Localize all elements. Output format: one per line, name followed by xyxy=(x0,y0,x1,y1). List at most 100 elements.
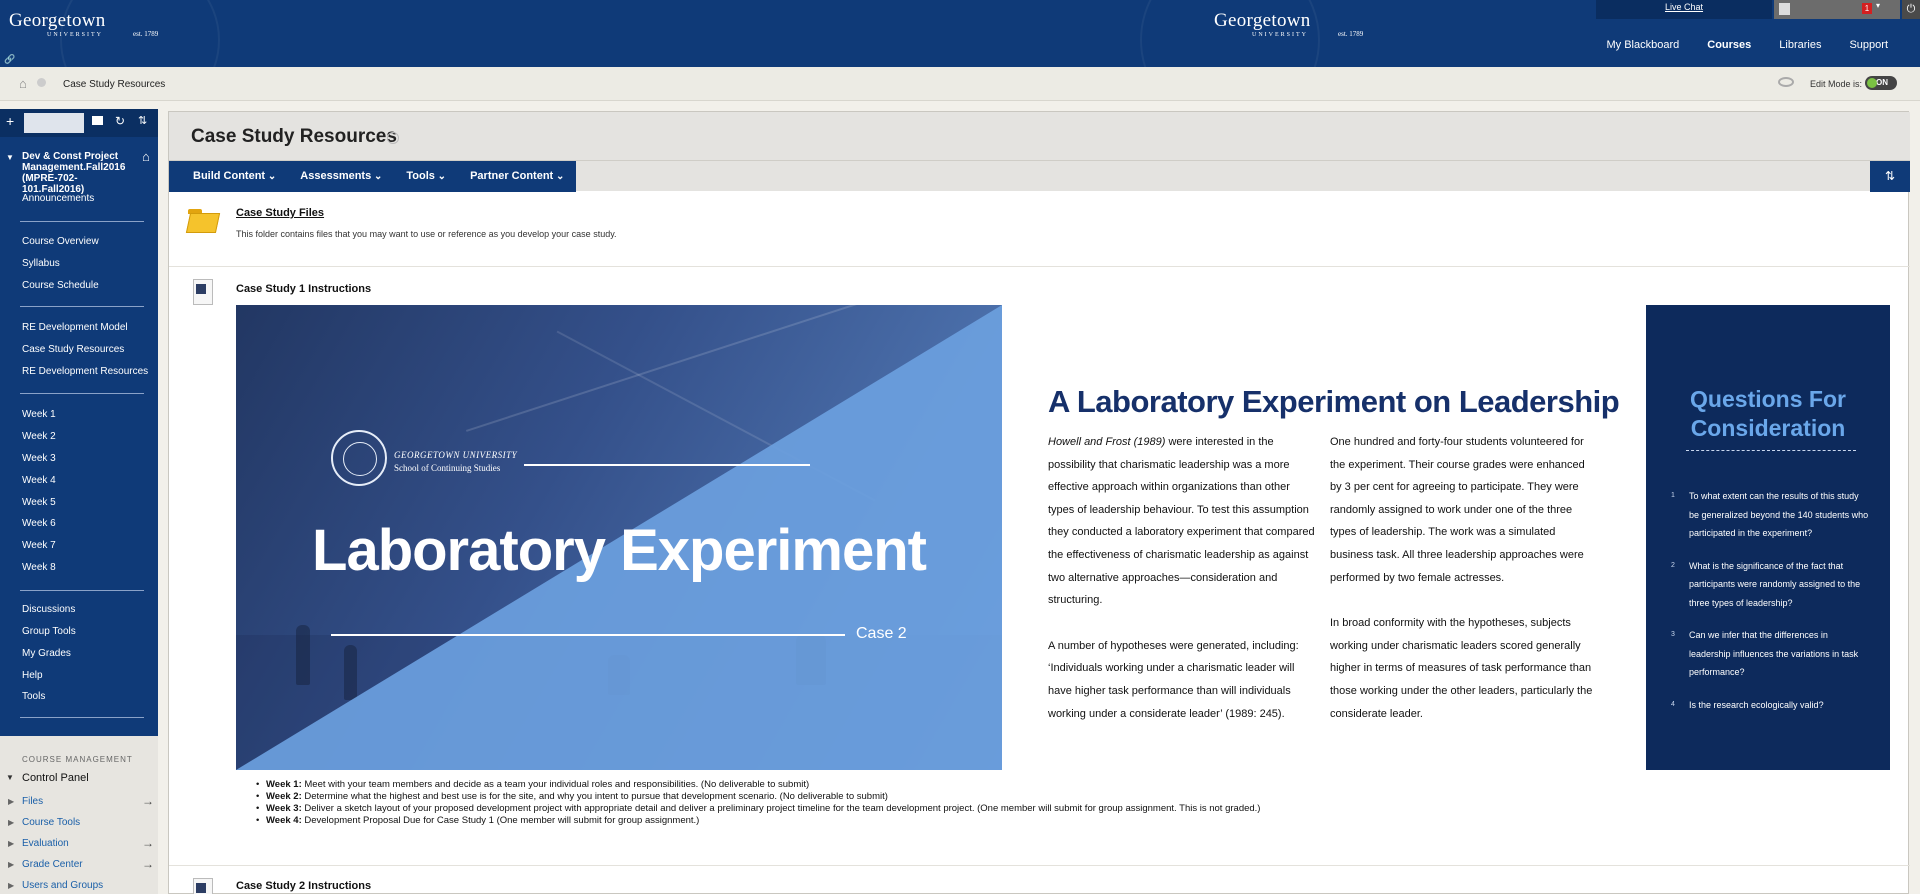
user-menu[interactable]: 1 ▾ xyxy=(1774,0,1900,19)
tools-button[interactable]: Tools xyxy=(394,161,458,192)
sidebar-item-week-6[interactable]: Week 6 xyxy=(22,518,56,529)
control-panel-item-grade-center[interactable]: ▶ Grade Center → xyxy=(0,856,158,876)
list-item: Week 1: Meet with your team members and … xyxy=(256,779,1260,791)
banner-title: Laboratory Experiment xyxy=(312,518,927,583)
control-panel-label: Evaluation xyxy=(22,838,69,849)
logo-sub: UNIVERSITY xyxy=(47,32,103,38)
assessments-button[interactable]: Assessments xyxy=(288,161,394,192)
case-banner-image: GEORGETOWN UNIVERSITY School of Continui… xyxy=(236,305,1002,770)
document-icon xyxy=(193,279,213,305)
home-icon[interactable]: ⌂ xyxy=(19,76,27,91)
sidebar-item-week-8[interactable]: Week 8 xyxy=(22,562,56,573)
georgetown-logo[interactable]: Georgetown UNIVERSITY est. 1789 xyxy=(9,10,158,38)
case-study-files-description: This folder contains files that you may … xyxy=(236,229,617,239)
content-area: Case Study Resources Build Content Asses… xyxy=(168,111,1910,894)
breadcrumb-menu-icon[interactable] xyxy=(37,78,46,87)
folder-view-icon[interactable] xyxy=(92,116,103,125)
sidebar-item-tools[interactable]: Tools xyxy=(22,691,45,702)
control-panel-item-users-and-groups[interactable]: ▶ Users and Groups xyxy=(0,877,158,894)
divider xyxy=(20,306,144,307)
plus-icon[interactable]: + xyxy=(6,113,14,129)
case-study-1-title[interactable]: Case Study 1 Instructions xyxy=(236,283,371,295)
article-title: A Laboratory Experiment on Leadership xyxy=(1048,384,1620,419)
logo-name: Georgetown xyxy=(1214,10,1311,31)
banner-case-label: Case 2 xyxy=(856,625,907,642)
case-study-2-title[interactable]: Case Study 2 Instructions xyxy=(236,880,371,892)
edit-mode-toggle[interactable]: ON xyxy=(1865,76,1897,90)
expand-icon: ▶ xyxy=(8,818,15,827)
tab-libraries[interactable]: Libraries xyxy=(1765,39,1835,51)
citation: Howell and Frost (1989) xyxy=(1048,436,1166,448)
sidebar-item-week-1[interactable]: Week 1 xyxy=(22,409,56,420)
build-content-button[interactable]: Build Content xyxy=(181,161,288,192)
questions-panel: Questions For Consideration 1 To what ext… xyxy=(1646,305,1890,770)
title-menu-icon[interactable] xyxy=(387,132,399,144)
live-chat-link[interactable]: Live Chat xyxy=(1596,0,1772,19)
sidebar-item-help[interactable]: Help xyxy=(22,670,43,681)
control-panel-label: Files xyxy=(22,796,44,807)
arrow-right-icon[interactable]: → xyxy=(142,857,154,871)
control-panel-item-files[interactable]: ▶ Files → xyxy=(0,793,158,813)
georgetown-logo-center[interactable]: Georgetown UNIVERSITY est. 1789 xyxy=(1214,10,1363,38)
edit-mode-label: Edit Mode is: xyxy=(1810,79,1863,89)
course-title[interactable]: Dev & Const Project Management.Fall2016 … xyxy=(22,151,132,195)
week-label: Week 4: xyxy=(266,815,302,826)
sidebar-item-my-grades[interactable]: My Grades xyxy=(22,648,71,659)
sidebar-item-week-4[interactable]: Week 4 xyxy=(22,475,56,486)
sidebar-item-week-7[interactable]: Week 7 xyxy=(22,540,56,551)
course-home-icon[interactable]: ⌂ xyxy=(142,149,150,164)
list-item: Week 2: Determine what the highest and b… xyxy=(256,791,1260,803)
control-panel-item-evaluation[interactable]: ▶ Evaluation → xyxy=(0,835,158,855)
partner-content-button[interactable]: Partner Content xyxy=(458,161,576,192)
banner-university: GEORGETOWN UNIVERSITY xyxy=(394,450,518,460)
control-panel-item-course-tools[interactable]: ▶ Course Tools xyxy=(0,814,158,834)
course-management-panel: COURSE MANAGEMENT ▼ Control Panel ▶ File… xyxy=(0,736,158,894)
article-paragraph: In broad conformity with the hypotheses,… xyxy=(1330,617,1593,720)
control-panel-label[interactable]: Control Panel xyxy=(22,772,89,784)
arrow-right-icon[interactable]: → xyxy=(142,794,154,808)
power-icon[interactable]: ⏻ xyxy=(1902,0,1920,19)
divider xyxy=(169,865,1910,866)
questions-title: Questions For Consideration xyxy=(1690,386,1846,441)
case-study-files-link[interactable]: Case Study Files xyxy=(236,207,324,219)
week-text: Deliver a sketch layout of your proposed… xyxy=(301,803,1261,814)
sidebar-item-discussions[interactable]: Discussions xyxy=(22,604,75,615)
logo-sub: UNIVERSITY xyxy=(1252,32,1308,38)
sidebar-item-week-5[interactable]: Week 5 xyxy=(22,497,56,508)
tab-courses[interactable]: Courses xyxy=(1693,39,1765,51)
sidebar-item-syllabus[interactable]: Syllabus xyxy=(22,258,60,269)
week-label: Week 3: xyxy=(266,803,302,814)
sidebar-item-group-tools[interactable]: Group Tools xyxy=(22,626,76,637)
sidebar-item-re-development-resources[interactable]: RE Development Resources xyxy=(22,366,148,377)
question-text: Can we infer that the differences in lea… xyxy=(1689,630,1859,677)
sidebar-item-course-schedule[interactable]: Course Schedule xyxy=(22,280,99,291)
document-icon xyxy=(193,878,213,894)
breadcrumb-current: Case Study Resources xyxy=(63,79,166,90)
notification-badge[interactable]: 1 xyxy=(1862,3,1872,14)
sidebar-item-week-2[interactable]: Week 2 xyxy=(22,431,56,442)
reorder-icon[interactable]: ⇅ xyxy=(1870,161,1910,192)
page-title: Case Study Resources xyxy=(191,126,397,147)
collapse-icon[interactable]: ▼ xyxy=(6,153,14,162)
banner-school: School of Continuing Studies xyxy=(394,463,501,473)
collapse-icon[interactable]: ▼ xyxy=(6,773,14,782)
divider xyxy=(169,266,1910,267)
week-text: Development Proposal Due for Case Study … xyxy=(301,815,700,826)
sidebar-item-course-overview[interactable]: Course Overview xyxy=(22,236,99,247)
course-menu-search[interactable] xyxy=(24,113,84,133)
sidebar-item-re-development-model[interactable]: RE Development Model xyxy=(22,322,128,333)
eye-icon[interactable] xyxy=(1778,77,1794,87)
tab-support[interactable]: Support xyxy=(1835,39,1902,51)
course-menu: + ↻ ⇅ ▼ Dev & Const Project Management.F… xyxy=(0,109,158,736)
question-item: 4 Is the research ecologically valid? xyxy=(1671,699,1824,710)
arrow-right-icon[interactable]: → xyxy=(142,836,154,850)
sidebar-item-announcements[interactable]: Announcements xyxy=(22,193,94,204)
question-item: 2 What is the significance of the fact th… xyxy=(1671,560,1861,608)
sort-icon[interactable]: ⇅ xyxy=(138,114,147,127)
tab-my-blackboard[interactable]: My Blackboard xyxy=(1592,39,1693,51)
sidebar-item-case-study-resources[interactable]: Case Study Resources xyxy=(22,344,124,355)
sidebar-item-week-3[interactable]: Week 3 xyxy=(22,453,56,464)
list-item: Week 4: Development Proposal Due for Cas… xyxy=(256,815,1260,827)
link-icon[interactable]: 🔗 xyxy=(4,54,15,65)
refresh-icon[interactable]: ↻ xyxy=(115,114,125,128)
